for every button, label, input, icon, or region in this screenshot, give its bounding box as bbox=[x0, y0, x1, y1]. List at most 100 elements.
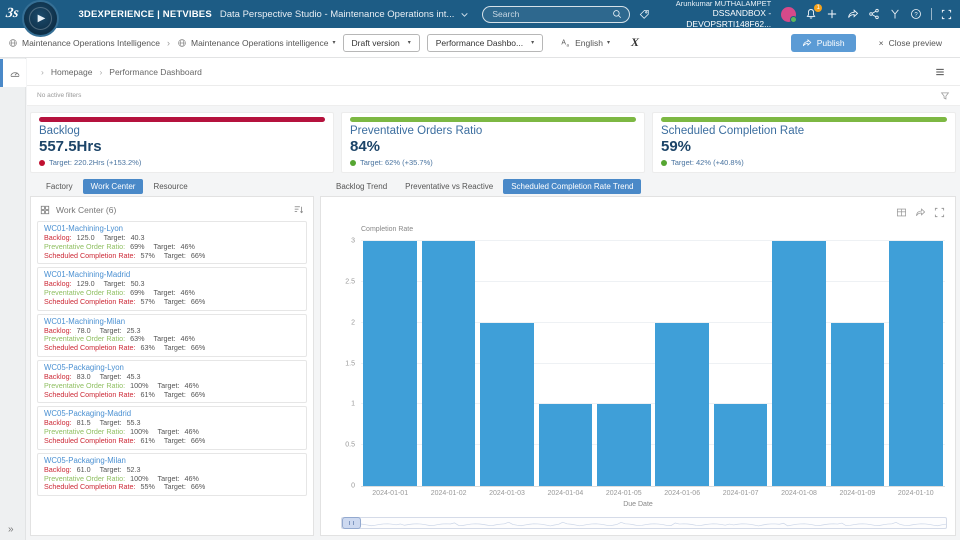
3ds-logo[interactable]: 3s bbox=[5, 6, 20, 22]
kpi-status-dot bbox=[39, 160, 45, 166]
scheduled-completion-rate-target: 66% bbox=[191, 344, 205, 353]
chart-zoom-brush-track[interactable] bbox=[341, 517, 947, 529]
work-center-column: FactoryWork CenterResource Work Center (… bbox=[30, 177, 314, 536]
version-dropdown[interactable]: Draft version ▾ bbox=[343, 34, 420, 52]
filter-button[interactable] bbox=[940, 91, 950, 101]
scheduled-completion-rate-target: 66% bbox=[191, 437, 205, 446]
x-axis-title: Due Date bbox=[623, 501, 653, 508]
kpi-value: 84% bbox=[350, 138, 636, 155]
chart-bar[interactable] bbox=[539, 404, 593, 486]
user-avatar[interactable] bbox=[781, 7, 796, 22]
chart-bar[interactable] bbox=[714, 404, 768, 486]
work-center-item[interactable]: WC05-Packaging-MilanBacklog:61.0Target:5… bbox=[37, 453, 307, 496]
chart-bar[interactable] bbox=[831, 323, 885, 486]
target-label: Target: bbox=[164, 252, 186, 261]
tab-entity-0[interactable]: Factory bbox=[38, 179, 81, 194]
chart-bar[interactable] bbox=[422, 241, 476, 486]
chart-bar[interactable] bbox=[597, 404, 651, 486]
tab-entity-2[interactable]: Resource bbox=[145, 179, 195, 194]
chart-bar[interactable] bbox=[655, 323, 709, 486]
publish-button[interactable]: Publish bbox=[791, 34, 856, 52]
work-center-name: WC05-Packaging-Madrid bbox=[44, 409, 300, 418]
apps-button[interactable] bbox=[889, 8, 901, 20]
work-center-name: WC01-Machining-Lyon bbox=[44, 224, 300, 233]
kpi-row: Backlog557.5HrsTarget: 220.2Hrs (+153.2%… bbox=[27, 106, 960, 173]
chart-bar[interactable] bbox=[772, 241, 826, 486]
work-center-item[interactable]: WC05-Packaging-MadridBacklog:81.5Target:… bbox=[37, 406, 307, 449]
help-button[interactable]: ? bbox=[910, 8, 922, 20]
add-button[interactable] bbox=[826, 8, 838, 20]
tab-entity-1[interactable]: Work Center bbox=[83, 179, 144, 194]
user-name: Arunkumar MUTHALAMPET bbox=[650, 0, 771, 8]
page-menu-button[interactable] bbox=[934, 66, 946, 78]
page-chevron-down-icon: ▾ bbox=[531, 39, 534, 46]
scheduled-completion-rate-label: Scheduled Completion Rate: bbox=[44, 298, 136, 307]
title-chevron-down-icon[interactable] bbox=[460, 10, 469, 19]
work-center-item[interactable]: WC01-Machining-MilanBacklog:78.0Target:2… bbox=[37, 314, 307, 357]
publish-label: Publish bbox=[817, 38, 845, 48]
rail-expand-button[interactable]: » bbox=[8, 524, 14, 535]
rail-dashboard-item[interactable] bbox=[0, 59, 26, 87]
chart-bar[interactable] bbox=[363, 241, 417, 486]
3dexperience-compass-icon[interactable]: ▶ bbox=[22, 0, 59, 37]
user-info[interactable]: Arunkumar MUTHALAMPET DSSANDBOX - DEVOPS… bbox=[650, 0, 771, 29]
target-label: Target: bbox=[164, 483, 186, 492]
y-tick-label: 2.5 bbox=[329, 278, 355, 285]
breadcrumb-performance-dashboard[interactable]: Performance Dashboard bbox=[109, 67, 202, 77]
scheduled-completion-rate-value: 55% bbox=[141, 483, 155, 492]
page-dropdown[interactable]: Performance Dashbo... ▾ bbox=[427, 34, 543, 52]
scheduled-completion-rate-label: Scheduled Completion Rate: bbox=[44, 437, 136, 446]
kpi-target-text: Target: 42% (+40.8%) bbox=[671, 158, 744, 167]
top-bar: 3s ▶ 3DEXPERIENCE | NETVIBES Data Perspe… bbox=[0, 0, 960, 28]
plus-icon bbox=[826, 8, 838, 20]
app-label: Maintenance Operations intelligence bbox=[191, 38, 329, 48]
kpi-target-text: Target: 220.2Hrs (+153.2%) bbox=[49, 158, 141, 167]
tab-trend-1[interactable]: Preventative vs Reactive bbox=[397, 179, 501, 194]
share-button[interactable] bbox=[868, 8, 880, 20]
target-label: Target: bbox=[164, 298, 186, 307]
chart-bar[interactable] bbox=[480, 323, 534, 486]
metric-row-scheduled-completion-rate: Scheduled Completion Rate:61%Target:66% bbox=[44, 391, 300, 400]
breadcrumb-workspace[interactable]: Maintenance Operations Intelligence bbox=[8, 38, 160, 48]
chart-bar[interactable] bbox=[889, 241, 943, 486]
language-chevron-down-icon: ▾ bbox=[607, 39, 610, 46]
x-tick-label: 2024-01-03 bbox=[489, 490, 525, 497]
x-tick-label: 2024-01-05 bbox=[606, 490, 642, 497]
active-filters-label: No active filters bbox=[37, 92, 81, 99]
work-center-item[interactable]: WC01-Machining-MadridBacklog:129.0Target… bbox=[37, 267, 307, 310]
x-tick-label: 2024-01-07 bbox=[723, 490, 759, 497]
y-tick-label: 1.5 bbox=[329, 360, 355, 367]
breadcrumb-app[interactable]: Maintenance Operations intelligence ▾ bbox=[177, 38, 336, 48]
breadcrumb-separator: › bbox=[167, 38, 170, 48]
main-content: › Homepage › Performance Dashboard No ac… bbox=[27, 58, 960, 540]
chart-fullscreen-button[interactable] bbox=[934, 205, 945, 223]
page-label: Performance Dashbo... bbox=[436, 38, 523, 48]
notification-badge: 1 bbox=[814, 4, 822, 12]
work-center-item[interactable]: WC01-Machining-LyonBacklog:125.0Target:4… bbox=[37, 221, 307, 264]
chart-zoom-brush-handle[interactable] bbox=[342, 517, 361, 529]
fullscreen-button[interactable] bbox=[941, 9, 952, 20]
target-label: Target: bbox=[164, 437, 186, 446]
work-center-item[interactable]: WC05-Packaging-LyonBacklog:83.0Target:45… bbox=[37, 360, 307, 403]
publish-icon bbox=[802, 38, 812, 48]
notifications-button[interactable]: 1 bbox=[805, 8, 817, 20]
tab-trend-2[interactable]: Scheduled Completion Rate Trend bbox=[503, 179, 641, 194]
global-search[interactable] bbox=[482, 6, 629, 23]
tag-icon[interactable] bbox=[639, 9, 650, 20]
x-logo[interactable]: X bbox=[631, 35, 639, 50]
scheduled-completion-rate-target: 66% bbox=[191, 483, 205, 492]
work-center-panel: Work Center (6) WC01-Machining-LyonBackl… bbox=[30, 196, 314, 536]
brand-title: 3DEXPERIENCE | NETVIBES bbox=[78, 9, 211, 20]
work-center-list: WC01-Machining-LyonBacklog:125.0Target:4… bbox=[31, 220, 313, 500]
forward-button[interactable] bbox=[847, 8, 859, 20]
search-input[interactable] bbox=[490, 8, 611, 20]
sort-button[interactable] bbox=[293, 204, 304, 215]
chart-export-button[interactable] bbox=[915, 205, 926, 223]
tab-trend-0[interactable]: Backlog Trend bbox=[328, 179, 395, 194]
chart-table-view-button[interactable] bbox=[896, 205, 907, 223]
close-preview-button[interactable]: × Close preview bbox=[879, 38, 942, 48]
funnel-icon bbox=[940, 91, 950, 101]
language-dropdown[interactable]: Aa English ▾ bbox=[560, 37, 610, 48]
breadcrumb-homepage[interactable]: Homepage bbox=[51, 67, 93, 77]
y-axis-title: Completion Rate bbox=[361, 226, 413, 233]
